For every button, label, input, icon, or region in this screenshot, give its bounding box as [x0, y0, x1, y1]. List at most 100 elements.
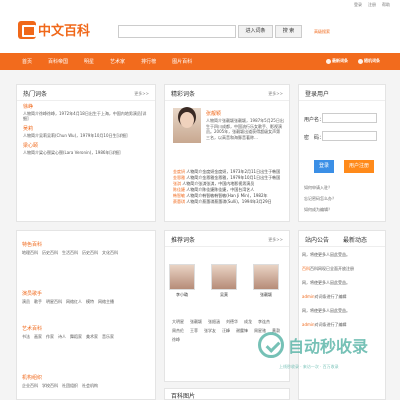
random-entry-link[interactable]: 随机词条 [358, 58, 380, 64]
top-link-login[interactable]: 登录 [354, 2, 362, 8]
tag[interactable]: 刘德华 [226, 319, 238, 325]
category-tag[interactable]: 美术家 [86, 334, 98, 339]
recommend-panel: 推荐词条 更多>> [164, 230, 290, 382]
username-input[interactable] [322, 113, 377, 123]
category-tag[interactable]: 企业百科 [22, 383, 38, 388]
hot-item[interactable]: 梁心颐 人物简介梁心颐梁心颐(Lara Veronin)，1986年[详细] [17, 140, 155, 157]
nav-artists[interactable]: 艺术家 [110, 58, 125, 65]
hot-item-desc: 人物简介徐峥徐峥，1972年4月18日出生于上海，中国内地男演员[详细] [23, 111, 147, 121]
forgot-password-link[interactable]: 忘记密码怎么办？ [304, 196, 336, 202]
hot-item-name[interactable]: 吴莉 [23, 125, 149, 132]
news-item[interactable]: 网，将使更多人因此受益。 [302, 308, 377, 314]
recommend-person[interactable]: 李小璐 [169, 264, 195, 297]
tag[interactable]: 周杰伦 [172, 328, 184, 334]
featured-list: 金度妍 人物简介金度妍金度妍，1973年2月11日出生于韩国 金恩雅 人物简介金… [173, 169, 285, 205]
password-input[interactable] [322, 131, 377, 141]
category-tag[interactable]: 社团组织 [62, 383, 78, 388]
category-tag[interactable]: 学校百科 [42, 383, 58, 388]
category-title[interactable]: 艺术百科 [22, 325, 156, 332]
search-button[interactable]: 搜 索 [275, 25, 302, 38]
search-input[interactable] [118, 25, 236, 38]
hot-item-name[interactable]: 梁心颐 [23, 142, 149, 149]
hot-item-desc: 人物简介吴莉吴莉(Chun Wu)，1979年10月10日生[详细] [23, 133, 128, 138]
tag[interactable]: 大明星 [172, 319, 184, 325]
featured-portrait[interactable] [173, 108, 201, 143]
logo-icon [18, 20, 36, 39]
category-tag[interactable]: 歌手 [34, 299, 42, 304]
person-name[interactable]: 李小璐 [169, 292, 195, 298]
category-tag[interactable]: 生活百科 [62, 250, 78, 255]
advanced-search-link[interactable]: 高级搜索 [314, 29, 330, 35]
category-tag[interactable]: 明星百科 [46, 299, 62, 304]
tag[interactable]: 徐峥 [172, 337, 180, 343]
top-link-register[interactable]: 注册 [368, 2, 376, 8]
login-button[interactable]: 登录 [314, 160, 334, 173]
latest-entries-link[interactable]: 最新词条 [326, 58, 348, 64]
category-tag[interactable]: 文化百科 [102, 250, 118, 255]
hot-item[interactable]: 吴莉 人物简介吴莉吴莉(Chun Wu)，1979年10月10日生[详细] [17, 123, 155, 140]
tag[interactable]: 张韶涵 [208, 319, 220, 325]
category-block: 机构组织 企业百科 学校百科 社团组织 社会机构 [22, 374, 156, 388]
person-photo[interactable] [211, 264, 237, 290]
category-tag[interactable]: 诗人 [58, 334, 66, 339]
list-item[interactable]: 蔡蕙琪 人物简介蔡蕙琪蔡蕙琪(Sulli)，1994年3月29日 [173, 199, 285, 205]
nav-rank[interactable]: 排行榜 [141, 58, 156, 65]
tag[interactable]: 谢霆锋 [236, 328, 248, 334]
tag[interactable]: 成龙 [244, 319, 252, 325]
person-name[interactable]: 张靓颖 [253, 292, 279, 298]
news-item[interactable]: admin对词条进行了编辑 [302, 322, 377, 328]
news-item[interactable]: 网，将使更多人因此受益。 [302, 252, 377, 258]
category-tag[interactable]: 模特 [86, 299, 94, 304]
category-tag[interactable]: 舞蹈家 [70, 334, 82, 339]
category-title[interactable]: 演员歌手 [22, 290, 156, 297]
news-item[interactable]: admin对词条进行了编辑 [302, 294, 377, 300]
more-link[interactable]: 更多>> [268, 91, 283, 97]
pictures-panel: 百科图片 [164, 388, 290, 400]
nav-stars[interactable]: 明星 [84, 58, 94, 65]
tag[interactable]: 张靓颖 [190, 319, 202, 325]
category-tag[interactable]: 历史百科 [82, 250, 98, 255]
news-item[interactable]: 网，将使更多人因此受益。 [302, 280, 377, 286]
recommend-person[interactable]: 吴莫 [211, 264, 237, 297]
news-item[interactable]: 百科百科网现已全面开放注册 [302, 266, 377, 272]
site-logo[interactable]: 中文百科 [18, 20, 90, 39]
tag[interactable]: 王菲 [190, 328, 198, 334]
category-title[interactable]: 机构组织 [22, 374, 156, 381]
hot-item[interactable]: 徐峥 人物简介徐峥徐峥，1972年4月18日出生于上海，中国内地男演员[详细] [17, 101, 155, 123]
person-name[interactable]: 吴莫 [211, 292, 237, 298]
featured-name[interactable]: 张靓颖 [206, 110, 221, 117]
main-nav: 首页 百科帝国 明星 艺术家 排行榜 图片百科 最新词条 随机词条 [0, 53, 400, 70]
apply-link[interactable]: 如何申请入驻？ [304, 185, 332, 191]
register-button[interactable]: 用户注册 [344, 160, 374, 173]
category-tag[interactable]: 音乐家 [102, 334, 114, 339]
category-tag[interactable]: 社会机构 [82, 383, 98, 388]
notice-tab[interactable]: 站内公告 [305, 235, 329, 244]
nav-home[interactable]: 首页 [22, 58, 32, 65]
tag[interactable]: 汪峰 [222, 328, 230, 334]
hot-item-name[interactable]: 徐峥 [23, 103, 149, 110]
category-title[interactable]: 特色百科 [22, 241, 156, 248]
category-tag[interactable]: 演员 [22, 299, 30, 304]
checkmark-icon [258, 332, 284, 358]
tag[interactable]: 张学友 [204, 328, 216, 334]
category-tag[interactable]: 网络红人 [66, 299, 82, 304]
nav-pictures[interactable]: 图片百科 [172, 58, 192, 65]
more-link[interactable]: 更多>> [134, 91, 149, 97]
category-tag[interactable]: 画家 [34, 334, 42, 339]
category-tag[interactable]: 作家 [46, 334, 54, 339]
category-tag[interactable]: 书法 [22, 334, 30, 339]
category-tag[interactable]: 网络主播 [98, 299, 114, 304]
more-link[interactable]: 更多>> [268, 237, 283, 243]
updates-tab[interactable]: 最新动态 [343, 235, 367, 244]
nav-empire[interactable]: 百科帝国 [48, 58, 68, 65]
category-tag[interactable]: 地理百科 [22, 250, 38, 255]
become-editor-link[interactable]: 如何成为编辑？ [304, 207, 332, 213]
top-link-help[interactable]: 帮助 [382, 2, 390, 8]
person-photo[interactable] [169, 264, 195, 290]
tag[interactable]: 李连杰 [258, 319, 270, 325]
category-tag[interactable]: 历史百科 [42, 250, 58, 255]
recommend-person[interactable]: 张靓颖 [253, 264, 279, 297]
enter-entry-button[interactable]: 进入词条 [238, 25, 273, 38]
person-photo[interactable] [253, 264, 279, 290]
watermark: 自动秒收录 [258, 332, 368, 358]
